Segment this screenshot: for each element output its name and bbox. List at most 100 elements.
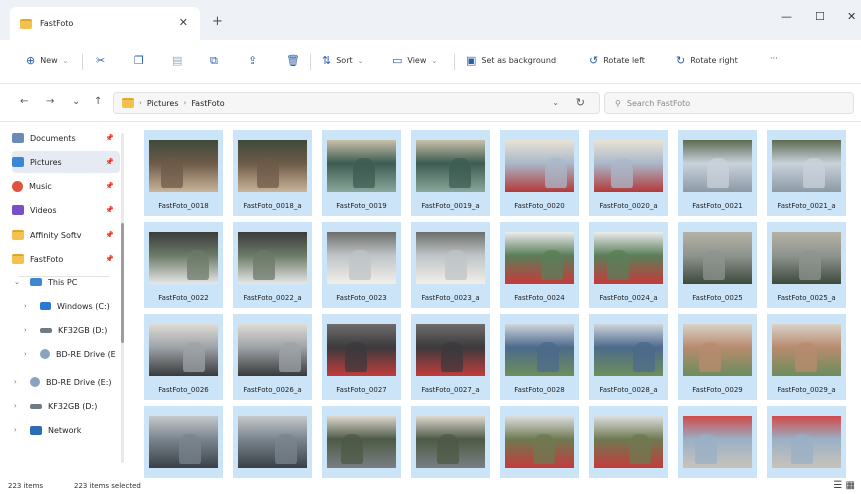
chevron-right-icon[interactable]: › — [24, 302, 34, 310]
file-tile[interactable] — [322, 406, 401, 478]
wallpaper-icon: ▣ — [466, 54, 477, 67]
file-tile[interactable]: FastFoto_0021_a — [767, 130, 846, 216]
file-tile[interactable]: FastFoto_0028_a — [589, 314, 668, 400]
refresh-icon[interactable]: ↻ — [576, 96, 585, 109]
sidebar-item-network[interactable]: › Network — [14, 419, 122, 441]
address-history-icon[interactable]: ⌄ — [552, 98, 559, 107]
file-tile[interactable]: FastFoto_0024 — [500, 222, 579, 308]
file-tile[interactable] — [589, 406, 668, 478]
scrollbar-thumb[interactable] — [121, 223, 124, 343]
share-button[interactable]: ⇪ — [248, 54, 257, 67]
usb-drive-icon — [40, 327, 52, 333]
view-button[interactable]: ▭ View ⌄ — [392, 54, 437, 67]
chevron-right-icon[interactable]: › — [24, 326, 34, 334]
search-box[interactable]: ⚲ — [604, 92, 854, 114]
tab-fastfoto[interactable]: FastFoto ✕ — [10, 7, 200, 40]
address-bar[interactable]: › Pictures › FastFoto ⌄ ↻ — [113, 92, 600, 114]
breadcrumb-pictures[interactable]: Pictures — [147, 99, 179, 108]
file-tile[interactable]: FastFoto_0028 — [500, 314, 579, 400]
close-tab-icon[interactable]: ✕ — [179, 16, 188, 29]
network-icon — [30, 425, 42, 435]
photo-thumbnail — [327, 232, 396, 284]
copy-button[interactable]: ❐ — [134, 54, 144, 67]
sidebar-item-kf32gb-d-root[interactable]: › KF32GB (D:) — [14, 395, 122, 417]
file-tile[interactable]: FastFoto_0029 — [678, 314, 757, 400]
file-tile[interactable]: FastFoto_0022 — [144, 222, 223, 308]
file-tile[interactable]: FastFoto_0020 — [500, 130, 579, 216]
photo-thumbnail — [772, 140, 841, 192]
search-input[interactable] — [626, 98, 827, 108]
up-arrow-icon[interactable]: ↑ — [94, 96, 102, 107]
file-tile[interactable]: FastFoto_0027_a — [411, 314, 490, 400]
recent-locations-icon[interactable]: ⌄ — [72, 96, 80, 107]
chevron-down-icon[interactable]: ⌄ — [14, 278, 24, 286]
file-name: FastFoto_0024_a — [599, 294, 658, 302]
chevron-right-icon: › — [183, 99, 187, 107]
photo-subject — [707, 158, 729, 188]
file-tile[interactable]: FastFoto_0027 — [322, 314, 401, 400]
file-name: FastFoto_0026_a — [243, 386, 302, 394]
file-tile[interactable] — [233, 406, 312, 478]
sidebar-item-bd-re-e[interactable]: › BD-RE Drive (E — [24, 343, 122, 365]
more-options-button[interactable]: ··· — [770, 54, 778, 63]
file-tile[interactable]: FastFoto_0023 — [322, 222, 401, 308]
breadcrumb-fastfoto[interactable]: FastFoto — [191, 99, 224, 108]
sidebar-item-pictures[interactable]: Pictures 📌 — [12, 151, 120, 173]
file-tile[interactable]: FastFoto_0019 — [322, 130, 401, 216]
sidebar-item-label: Documents — [30, 133, 76, 143]
file-tile[interactable]: FastFoto_0025_a — [767, 222, 846, 308]
sidebar-item-kf32gb-d[interactable]: › KF32GB (D:) — [24, 319, 132, 341]
set-as-background-button[interactable]: ▣ Set as background — [466, 54, 556, 67]
file-tile[interactable]: FastFoto_0023_a — [411, 222, 490, 308]
file-tile[interactable]: FastFoto_0021 — [678, 130, 757, 216]
sidebar-item-label: BD-RE Drive (E:) — [46, 377, 112, 387]
chevron-right-icon[interactable]: › — [14, 378, 24, 386]
cut-button[interactable]: ✂ — [96, 54, 105, 67]
file-tile[interactable] — [500, 406, 579, 478]
forward-arrow-icon[interactable]: → — [46, 96, 54, 107]
rotate-left-icon: ↺ — [589, 54, 599, 67]
sidebar-item-fastfoto[interactable]: FastFoto 📌 — [12, 248, 120, 270]
sidebar-item-music[interactable]: Music 📌 — [12, 175, 120, 197]
close-window-button[interactable]: ✕ — [847, 10, 856, 23]
file-tile[interactable]: FastFoto_0020_a — [589, 130, 668, 216]
delete-button[interactable]: 🗑 — [286, 54, 300, 67]
sort-button[interactable]: ⇅ Sort ⌄ — [322, 54, 364, 67]
file-tile[interactable]: FastFoto_0018 — [144, 130, 223, 216]
back-arrow-icon[interactable]: ← — [20, 96, 28, 107]
sidebar-item-videos[interactable]: Videos 📌 — [12, 199, 120, 221]
new-button[interactable]: ⊕ New ⌄ — [26, 54, 69, 67]
file-tile[interactable]: FastFoto_0022_a — [233, 222, 312, 308]
sidebar-item-affinity[interactable]: Affinity Softv 📌 — [12, 224, 120, 246]
sidebar-item-windows-c[interactable]: › Windows (C:) — [24, 295, 132, 317]
file-tile[interactable] — [411, 406, 490, 478]
file-tile[interactable]: FastFoto_0026_a — [233, 314, 312, 400]
photo-subject — [541, 250, 563, 280]
rename-button[interactable]: ⧉ — [210, 54, 218, 68]
minimize-button[interactable]: — — [781, 10, 792, 23]
sidebar-item-this-pc[interactable]: ⌄ This PC — [14, 271, 122, 293]
file-tile[interactable]: FastFoto_0024_a — [589, 222, 668, 308]
file-tile[interactable] — [678, 406, 757, 478]
new-tab-button[interactable]: + — [212, 14, 223, 29]
rotate-right-button[interactable]: ↻ Rotate right — [676, 54, 738, 67]
file-tile[interactable]: FastFoto_0018_a — [233, 130, 312, 216]
photo-thumbnail — [327, 416, 396, 468]
sidebar-scrollbar[interactable] — [121, 133, 124, 463]
chevron-right-icon[interactable]: › — [14, 402, 24, 410]
sidebar-item-bd-re-e-root[interactable]: › BD-RE Drive (E:) — [14, 371, 122, 393]
sidebar-item-documents[interactable]: Documents 📌 — [12, 127, 120, 149]
file-tile[interactable] — [144, 406, 223, 478]
file-tile[interactable]: FastFoto_0026 — [144, 314, 223, 400]
rotate-left-button[interactable]: ↺ Rotate left — [589, 54, 645, 67]
file-tile[interactable]: FastFoto_0025 — [678, 222, 757, 308]
chevron-right-icon[interactable]: › — [24, 350, 34, 358]
file-tile[interactable] — [767, 406, 846, 478]
photo-thumbnail — [149, 232, 218, 284]
chevron-right-icon[interactable]: › — [14, 426, 24, 434]
maximize-button[interactable]: ☐ — [815, 10, 825, 23]
details-view-icon[interactable]: ☰ ▦ — [833, 480, 855, 491]
file-tile[interactable]: FastFoto_0029_a — [767, 314, 846, 400]
paste-button[interactable]: ▤ — [172, 54, 182, 67]
file-tile[interactable]: FastFoto_0019_a — [411, 130, 490, 216]
